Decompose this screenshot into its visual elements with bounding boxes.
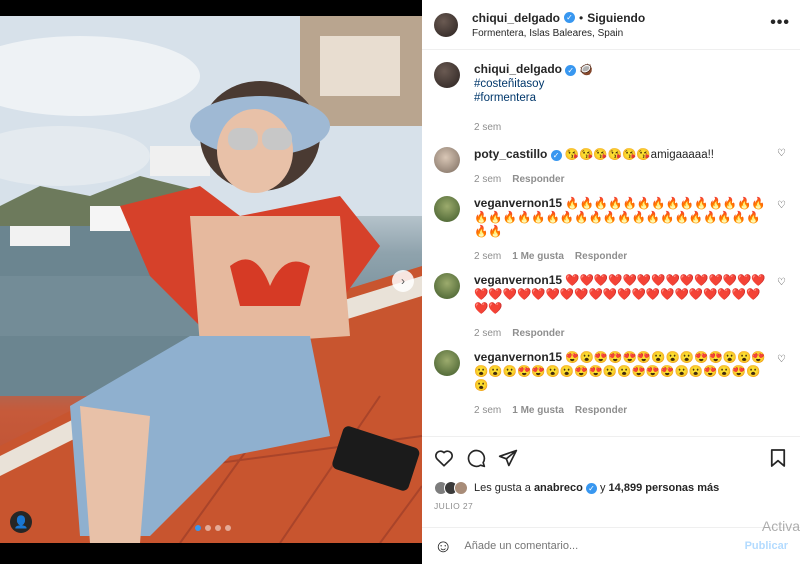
hashtag-link[interactable]: #formentera xyxy=(474,91,766,105)
comment-item: veganvernon15 🔥🔥🔥🔥🔥🔥🔥🔥🔥🔥🔥🔥🔥🔥🔥🔥🔥🔥🔥🔥🔥🔥🔥🔥🔥🔥… xyxy=(434,185,788,262)
windows-activation-watermark: Activa xyxy=(761,518,800,534)
carousel-dot xyxy=(195,525,201,531)
like-comment-heart-icon[interactable]: ♡ xyxy=(777,148,786,159)
reply-button[interactable]: Responder xyxy=(575,251,627,262)
more-options-icon[interactable]: ••• xyxy=(770,14,790,32)
post-location[interactable]: Formentera, Islas Baleares, Spain xyxy=(472,28,645,39)
likes-summary: Les gusta a anabreco ✓ y 14,899 personas… xyxy=(434,479,788,497)
comment-text: 😘😘😘😘😘😘amigaaaaa!! xyxy=(564,149,714,161)
like-comment-heart-icon[interactable]: ♡ xyxy=(777,277,786,288)
share-paper-plane-icon[interactable] xyxy=(498,448,518,468)
comment-time[interactable]: 2 sem xyxy=(474,328,501,339)
commenter-username[interactable]: poty_castillo xyxy=(474,147,547,161)
carousel-dot xyxy=(205,525,211,531)
commenter-avatar[interactable] xyxy=(434,273,460,299)
comment-item: poty_castillo ✓ 😘😘😘😘😘😘amigaaaaa!! 2 sem … xyxy=(434,133,788,185)
likes-others-count[interactable]: 14,899 personas más xyxy=(609,482,720,494)
caption-time[interactable]: 2 sem xyxy=(474,122,501,133)
likes-prefix: Les gusta a xyxy=(474,482,531,494)
verified-icon: ✓ xyxy=(585,482,597,494)
comment-likes-count[interactable]: 1 Me gusta xyxy=(512,405,564,416)
separator-dot: • xyxy=(579,10,584,25)
post-date[interactable]: JULIO 27 xyxy=(434,501,788,511)
publish-button[interactable]: Publicar xyxy=(745,540,788,552)
post-details-panel: chiqui_delgado ✓ • Siguiendo Formentera,… xyxy=(422,0,800,564)
comment-input[interactable] xyxy=(464,540,745,552)
photo-illustration xyxy=(0,16,422,543)
like-heart-icon[interactable] xyxy=(434,449,454,467)
reply-button[interactable]: Responder xyxy=(512,174,564,185)
commenter-avatar[interactable] xyxy=(434,350,460,376)
following-button[interactable]: Siguiendo xyxy=(587,11,645,25)
commenter-username[interactable]: veganvernon15 xyxy=(474,196,562,210)
comment-time[interactable]: 2 sem xyxy=(474,251,501,262)
verified-icon: ✓ xyxy=(550,150,562,161)
emoji-picker-icon[interactable]: ☺ xyxy=(434,536,452,557)
verified-icon: ✓ xyxy=(565,65,577,76)
action-icons-row xyxy=(434,437,788,479)
likers-avatars[interactable] xyxy=(434,481,468,495)
author-username[interactable]: chiqui_delgado xyxy=(472,11,560,25)
carousel-dot xyxy=(215,525,221,531)
post-header: chiqui_delgado ✓ • Siguiendo Formentera,… xyxy=(422,0,800,50)
liker-username[interactable]: anabreco xyxy=(534,482,583,494)
post-photo[interactable]: › 👤 xyxy=(0,16,422,543)
comment-time[interactable]: 2 sem xyxy=(474,405,501,416)
carousel-dot xyxy=(225,525,231,531)
comment-item: veganvernon15 ❤️❤️❤️❤️❤️❤️❤️❤️❤️❤️❤️❤️❤️… xyxy=(434,262,788,339)
comment-time[interactable]: 2 sem xyxy=(474,174,501,185)
save-bookmark-icon[interactable] xyxy=(770,448,786,468)
like-comment-heart-icon[interactable]: ♡ xyxy=(777,200,786,211)
commenter-avatar[interactable] xyxy=(434,196,460,222)
commenter-username[interactable]: veganvernon15 xyxy=(474,273,562,287)
reply-button[interactable]: Responder xyxy=(512,328,564,339)
like-comment-heart-icon[interactable]: ♡ xyxy=(777,354,786,365)
caption: chiqui_delgado ✓ 🥥 #costeñitasoy #formen… xyxy=(434,50,788,133)
caption-username[interactable]: chiqui_delgado xyxy=(474,62,562,76)
commenter-avatar[interactable] xyxy=(434,147,460,173)
comment-likes-count[interactable]: 1 Me gusta xyxy=(512,251,564,262)
tagged-users-icon[interactable]: 👤 xyxy=(10,511,32,533)
caption-emoji: 🥥 xyxy=(579,64,594,76)
verified-icon: ✓ xyxy=(564,12,576,23)
add-comment-bar: ☺ Publicar xyxy=(422,527,800,564)
author-avatar[interactable] xyxy=(434,12,458,37)
post-actions: Les gusta a anabreco ✓ y 14,899 personas… xyxy=(422,436,800,511)
commenter-username[interactable]: veganvernon15 xyxy=(474,350,562,364)
comment-bubble-icon[interactable] xyxy=(466,448,486,468)
comments-list[interactable]: chiqui_delgado ✓ 🥥 #costeñitasoy #formen… xyxy=(422,50,800,436)
next-photo-button[interactable]: › xyxy=(392,270,414,292)
reply-button[interactable]: Responder xyxy=(575,405,627,416)
hashtag-link[interactable]: #costeñitasoy xyxy=(474,77,766,91)
likes-joiner: y xyxy=(599,482,606,494)
caption-avatar[interactable] xyxy=(434,62,460,88)
comment-item: veganvernon15 😍😮😍😍😍😍😮😮😮😍😍😮😮😍😮😮😮😍😍😮😮😍😍😮😮😍… xyxy=(434,339,788,416)
carousel-indicator xyxy=(195,525,231,531)
